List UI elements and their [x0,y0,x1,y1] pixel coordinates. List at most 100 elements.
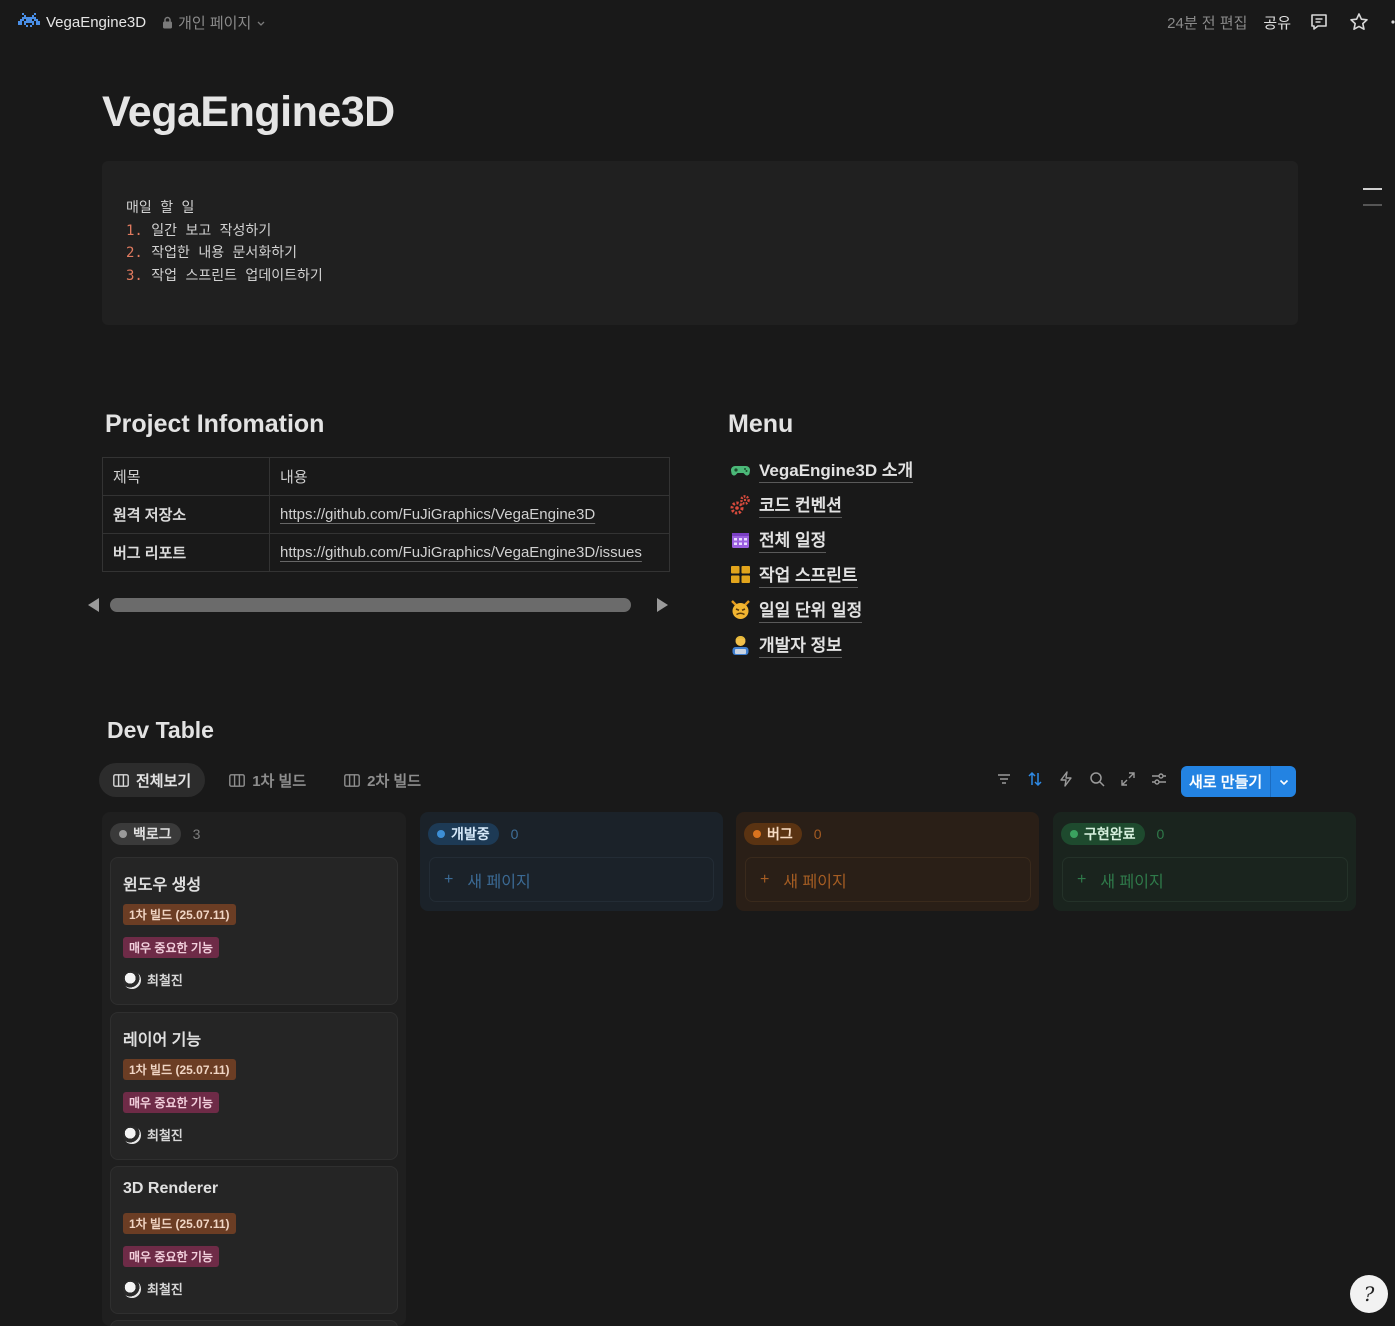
menu-item-label: 전체 일정 [759,526,827,553]
status-badge[interactable]: 백로그 [110,823,181,845]
sort-icon[interactable] [1026,770,1044,793]
page-title[interactable]: VegaEngine3D [102,88,395,137]
top-actions: 24분 전 편집 공유 [1167,10,1395,34]
tab-all[interactable]: 전체보기 [99,763,206,797]
avatar [123,1279,141,1298]
board-view-icon [229,773,246,787]
last-edited: 24분 전 편집 [1167,14,1248,32]
menu-item-intro[interactable]: VegaEngine3D 소개 [730,452,914,487]
column-header: 개발중 0 [428,823,518,845]
search-icon[interactable] [1088,770,1106,793]
new-button[interactable]: 새로 만들기 [1181,766,1271,797]
filter-icon[interactable] [995,770,1013,793]
board-card[interactable]: 3D Renderer 1차 빌드 (25.07.11) 매우 중요한 기능 최… [110,1166,398,1314]
column-bug: 버그 0 + 새 페이지 [736,812,1039,911]
help-button[interactable]: ? [1350,1275,1388,1313]
column-count: 0 [813,826,822,842]
privacy-selector[interactable]: 개인 페이지 [162,12,266,33]
scrollbar-thumb[interactable] [110,598,631,612]
add-page-label: 새 페이지 [783,873,847,891]
column-count: 3 [192,826,201,842]
menu-item-developer[interactable]: 개발자 정보 [730,627,913,662]
status-badge[interactable]: 버그 [744,823,802,845]
board-card[interactable] [110,1320,398,1326]
table-cell[interactable]: https://github.com/FuJiGraphics/VegaEngi… [269,533,670,572]
add-page-button[interactable]: + 새 페이지 [745,857,1031,902]
star-icon[interactable] [1347,10,1371,34]
menu-item-label: 개발자 정보 [759,631,842,658]
outline-indicator[interactable] [1363,188,1382,220]
table-cell[interactable]: 버그 리포트 [102,533,270,572]
new-button-dropdown[interactable] [1270,766,1297,797]
table-cell[interactable]: 내용 [269,457,670,496]
calendar-icon [730,529,751,550]
menu-item-label: 작업 스프린트 [759,561,858,588]
tab-build-1[interactable]: 1차 빌드 [215,763,320,797]
share-button[interactable]: 공유 [1263,12,1291,33]
status-label: 개발중 [451,826,490,842]
build-tag: 1차 빌드 (25.07.11) [123,1059,236,1080]
project-info-table: 제목 내용 원격 저장소 https://github.com/FuJiGrap… [102,457,670,572]
plus-icon: + [760,870,770,888]
repo-link[interactable]: https://github.com/FuJiGraphics/VegaEngi… [280,506,595,523]
menu-heading: Menu [728,410,794,438]
build-tag: 1차 빌드 (25.07.11) [123,904,236,925]
status-dot [753,830,761,838]
column-in-progress: 개발중 0 + 새 페이지 [420,812,723,911]
column-header: 구현완료 0 [1061,823,1164,845]
workspace-name[interactable]: VegaEngine3D [46,14,146,31]
assignee-name: 최철진 [147,1128,183,1143]
status-badge[interactable]: 개발중 [428,823,499,845]
table-cell[interactable]: https://github.com/FuJiGraphics/VegaEngi… [269,495,670,534]
comment-icon[interactable] [1307,10,1331,34]
issues-link[interactable]: https://github.com/FuJiGraphics/VegaEngi… [280,544,642,561]
chevron-down-icon [257,21,265,26]
project-info-heading: Project Infomation [105,410,325,438]
scroll-right-arrow-icon[interactable] [657,598,668,612]
add-page-label: 새 페이지 [467,873,531,891]
more-icon[interactable] [1387,10,1395,34]
add-page-button[interactable]: + 새 페이지 [1062,857,1348,902]
board-card[interactable]: 레이어 기능 1차 빌드 (25.07.11) 매우 중요한 기능 최철진 [110,1012,398,1160]
assignee: 최철진 [123,1125,183,1144]
settings-sliders-icon[interactable] [1150,770,1168,793]
add-page-button[interactable]: + 새 페이지 [429,857,714,902]
board-card[interactable]: 윈도우 생성 1차 빌드 (25.07.11) 매우 중요한 기능 최철진 [110,857,398,1005]
table-cell[interactable]: 제목 [102,457,270,496]
expand-icon[interactable] [1119,770,1137,793]
table-header-row: 제목 내용 [102,457,670,496]
menu-item-convention[interactable]: 코드 컨벤션 [730,487,913,522]
breadcrumb: VegaEngine3D 개인 페이지 [18,12,266,33]
menu-item-schedule[interactable]: 전체 일정 [730,522,913,557]
code-line: 3. 작업 스프린트 업데이트하기 [126,267,323,284]
priority-tag: 매우 중요한 기능 [123,937,219,958]
menu-item-daily[interactable]: 일일 단위 일정 [730,592,913,627]
dev-table-heading: Dev Table [107,717,214,743]
menu-item-label: 코드 컨벤션 [759,491,842,518]
tab-label: 1차 빌드 [252,772,307,790]
assignee-name: 최철진 [147,1282,183,1297]
tab-build-2[interactable]: 2차 빌드 [330,763,435,797]
plus-icon: + [444,870,454,888]
card-title: 3D Renderer [123,1180,219,1197]
help-icon: ? [1363,1282,1375,1306]
scroll-left-arrow-icon[interactable] [88,598,99,612]
daily-tasks-code-block[interactable]: 매일 할 일 1. 일간 보고 작성하기 2. 작업한 내용 문서화하기 3. … [102,161,1298,325]
database-toolbar [995,770,1168,793]
devil-face-icon [730,599,751,620]
status-badge[interactable]: 구현완료 [1061,823,1145,845]
table-horizontal-scrollbar[interactable] [86,596,670,614]
status-dot [119,830,127,838]
menu-item-sprint[interactable]: 작업 스프린트 [730,557,913,592]
table-cell[interactable]: 원격 저장소 [102,495,270,534]
table-row: 원격 저장소 https://github.com/FuJiGraphics/V… [102,495,670,534]
menu-item-label: VegaEngine3D 소개 [759,456,914,483]
game-controller-icon [730,459,751,480]
board-view-icon [113,773,129,787]
build-tag: 1차 빌드 (25.07.11) [123,1213,236,1234]
plus-icon: + [1077,870,1087,888]
code-line: 1. 일간 보고 작성하기 [126,222,272,239]
status-dot [1070,830,1078,838]
automation-icon[interactable] [1057,770,1075,793]
gears-icon [730,494,751,515]
